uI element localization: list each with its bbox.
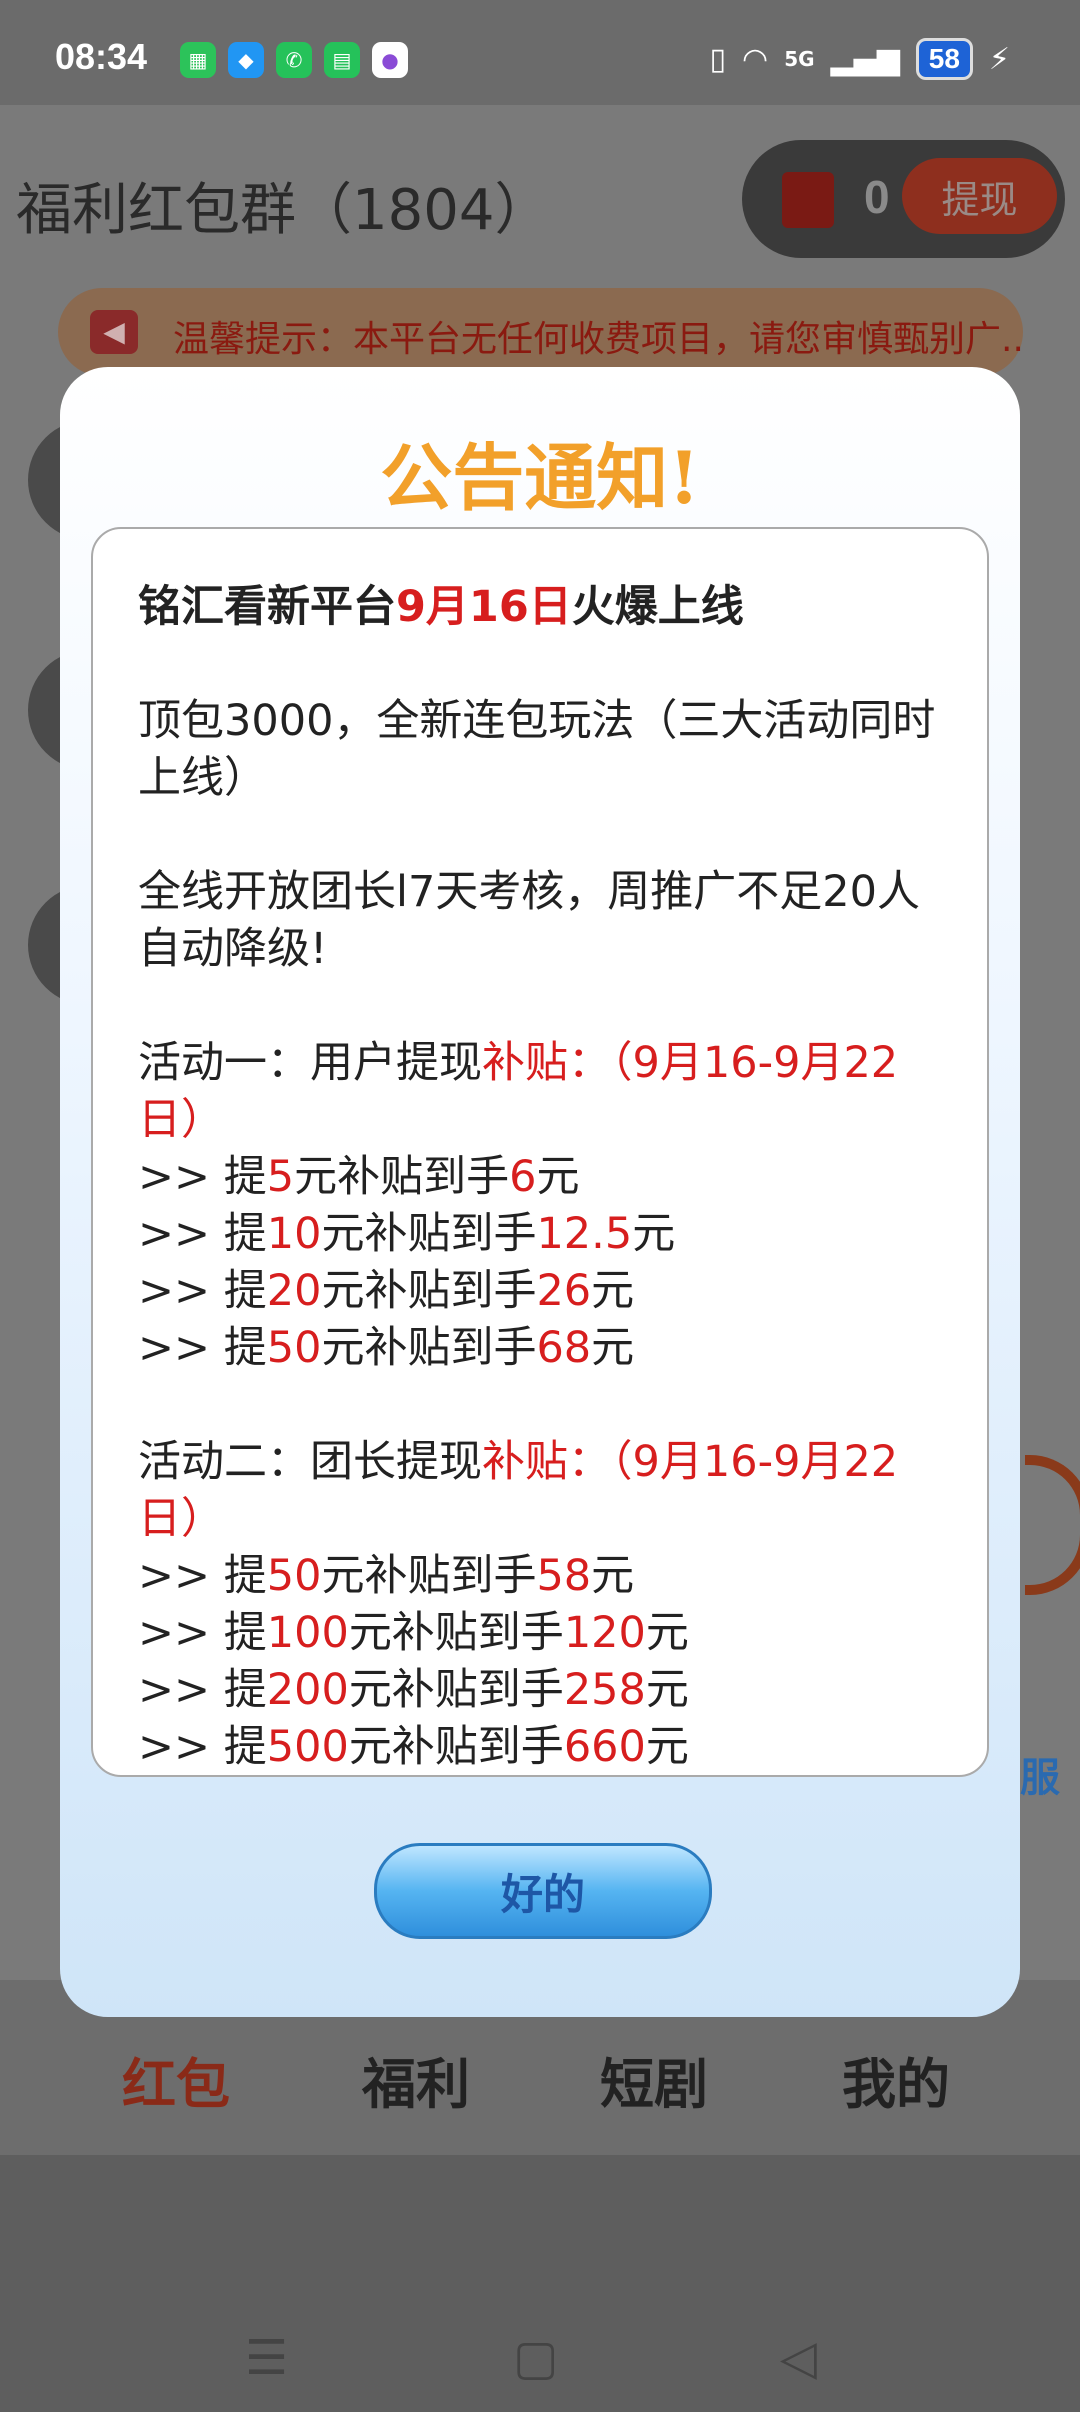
subsidy-suffix: 元: [591, 1551, 635, 1601]
subsidy-prefix: >> 提: [138, 1266, 267, 1316]
app-icon: ●: [372, 42, 408, 78]
subsidy-mid: 元补贴到手: [321, 1551, 537, 1601]
signal-icon: ▂▄▆: [830, 41, 900, 77]
subsidy-prefix: >> 提: [138, 1551, 267, 1601]
headline: 铭汇看新平台9月16日火爆上线: [138, 579, 958, 636]
subsidy-mid: 元补贴到手: [294, 1152, 510, 1202]
subsidy-get: 58: [536, 1551, 592, 1601]
tab-welfare[interactable]: 福利: [362, 2040, 470, 2119]
network-label: 5G: [784, 47, 815, 71]
wallet-balance: 0: [864, 171, 890, 223]
ok-button[interactable]: 好的: [374, 1843, 712, 1939]
message-icon: ▤: [324, 42, 360, 78]
subsidy-prefix: >> 提: [138, 1323, 267, 1373]
tab-mine[interactable]: 我的: [842, 2040, 950, 2119]
battery-indicator: 58: [915, 38, 973, 80]
subsidy-amount: 200: [266, 1665, 349, 1715]
wallet-pill: 0 提现: [742, 140, 1065, 258]
subsidy-amount: 10: [266, 1209, 322, 1259]
speaker-icon: ◀: [90, 310, 138, 354]
status-bar: 08:34 ▦ ◆ ✆ ▤ ● ▯ ◠ 5G ▂▄▆ 58 ⚡: [0, 0, 1080, 105]
subsidy-row: >> 提50元补贴到手58元: [138, 1548, 958, 1605]
subsidy-row: >> 提500元补贴到手660元: [138, 1719, 958, 1775]
activity-2-label: 活动二：团长提现: [138, 1437, 482, 1487]
activity-2-heading: 活动二：团长提现补贴：（9月16-9月22日）: [138, 1434, 958, 1548]
notice-bar: ◀ 温馨提示：本平台无任何收费项目，请您审慎甄别广..: [58, 288, 1023, 376]
subsidy-amount: 100: [266, 1608, 349, 1658]
notice-text: 温馨提示：本平台无任何收费项目，请您审慎甄别广..: [173, 319, 1023, 360]
subsidy-prefix: >> 提: [138, 1152, 267, 1202]
tab-short-drama[interactable]: 短剧: [600, 2040, 708, 2119]
system-nav-bar: ☰ ▢ ◁: [0, 2155, 1080, 2412]
group-title: 福利红包群（1804）: [16, 178, 551, 243]
back-icon[interactable]: ◁: [780, 2330, 817, 2386]
subsidy-row: >> 提5元补贴到手6元: [138, 1149, 958, 1206]
subsidy-row: >> 提50元补贴到手68元: [138, 1320, 958, 1377]
subsidy-mid: 元补贴到手: [348, 1665, 564, 1715]
headline-date: 9月16日: [396, 582, 572, 632]
subsidy-suffix: 元: [645, 1722, 689, 1772]
subsidy-mid: 元补贴到手: [321, 1209, 537, 1259]
subsidy-suffix: 元: [645, 1665, 689, 1715]
subsidy-amount: 50: [266, 1323, 322, 1373]
subsidy-row: >> 提10元补贴到手12.5元: [138, 1206, 958, 1263]
subsidy-prefix: >> 提: [138, 1722, 267, 1772]
subsidy-suffix: 元: [591, 1323, 635, 1373]
subsidy-suffix: 元: [645, 1608, 689, 1658]
dialog-title: 公告通知!: [380, 435, 700, 520]
activity-1-heading: 活动一：用户提现补贴：（9月16-9月22日）: [138, 1035, 958, 1149]
qq-icon: ◆: [228, 42, 264, 78]
subsidy-suffix: 元: [632, 1209, 676, 1259]
subsidy-get: 12.5: [536, 1209, 633, 1259]
subsidy-mid: 元补贴到手: [348, 1608, 564, 1658]
subsidy-amount: 50: [266, 1551, 322, 1601]
headline-text-end: 火爆上线: [571, 582, 744, 632]
charging-icon: ⚡: [988, 41, 1010, 77]
subsidy-amount: 5: [266, 1152, 295, 1202]
headline-text: 铭汇看新平台: [138, 582, 396, 632]
subsidy-get: 68: [536, 1323, 592, 1373]
tab-red-packet[interactable]: 红包: [122, 2040, 230, 2119]
activity-1-label: 活动一：用户提现: [138, 1038, 482, 1088]
withdraw-button[interactable]: 提现: [902, 158, 1057, 234]
subsidy-mid: 元补贴到手: [321, 1266, 537, 1316]
subsidy-prefix: >> 提: [138, 1608, 267, 1658]
subsidy-row: >> 提200元补贴到手258元: [138, 1662, 958, 1719]
subsidy-get: 258: [563, 1665, 646, 1715]
subsidy-mid: 元补贴到手: [348, 1722, 564, 1772]
subsidy-suffix: 元: [536, 1152, 580, 1202]
subsidy-get: 120: [563, 1608, 646, 1658]
notification-icons: ▦ ◆ ✆ ▤ ●: [180, 42, 408, 78]
subsidy-get: 6: [509, 1152, 537, 1202]
paragraph-2: 全线开放团长l7天考核，周推广不足20人自动降级!: [138, 867, 921, 974]
subsidy-row: >> 提20元补贴到手26元: [138, 1263, 958, 1320]
announcement-dialog: 公告通知! 铭汇看新平台9月16日火爆上线 顶包3000，全新连包玩法（三大活动…: [60, 367, 1020, 2017]
subsidy-amount: 500: [266, 1722, 349, 1772]
subsidy-prefix: >> 提: [138, 1665, 267, 1715]
floating-button-fragment: [1025, 1455, 1080, 1595]
subsidy-get: 660: [563, 1722, 646, 1772]
status-right: ▯ ◠ 5G ▂▄▆ 58 ⚡: [709, 38, 1010, 80]
app-notification-icon: ▦: [180, 42, 216, 78]
subsidy-amount: 20: [266, 1266, 322, 1316]
announcement-text: 铭汇看新平台9月16日火爆上线 顶包3000，全新连包玩法（三大活动同时上线） …: [138, 579, 958, 1775]
service-label: 服: [1020, 1755, 1060, 1801]
menu-icon[interactable]: ☰: [245, 2330, 288, 2386]
subsidy-prefix: >> 提: [138, 1209, 267, 1259]
status-time: 08:34: [55, 36, 148, 77]
red-envelope-icon: [782, 172, 834, 228]
subsidy-mid: 元补贴到手: [321, 1323, 537, 1373]
subsidy-get: 26: [536, 1266, 592, 1316]
home-icon[interactable]: ▢: [513, 2330, 558, 2386]
vibrate-icon: ▯: [709, 41, 727, 77]
paragraph-1: 顶包3000，全新连包玩法（三大活动同时上线）: [138, 696, 936, 803]
subsidy-suffix: 元: [591, 1266, 635, 1316]
announcement-content-box[interactable]: 铭汇看新平台9月16日火爆上线 顶包3000，全新连包玩法（三大活动同时上线） …: [91, 527, 989, 1777]
phone-icon: ✆: [276, 42, 312, 78]
subsidy-row: >> 提100元补贴到手120元: [138, 1605, 958, 1662]
wifi-icon: ◠: [742, 41, 769, 77]
